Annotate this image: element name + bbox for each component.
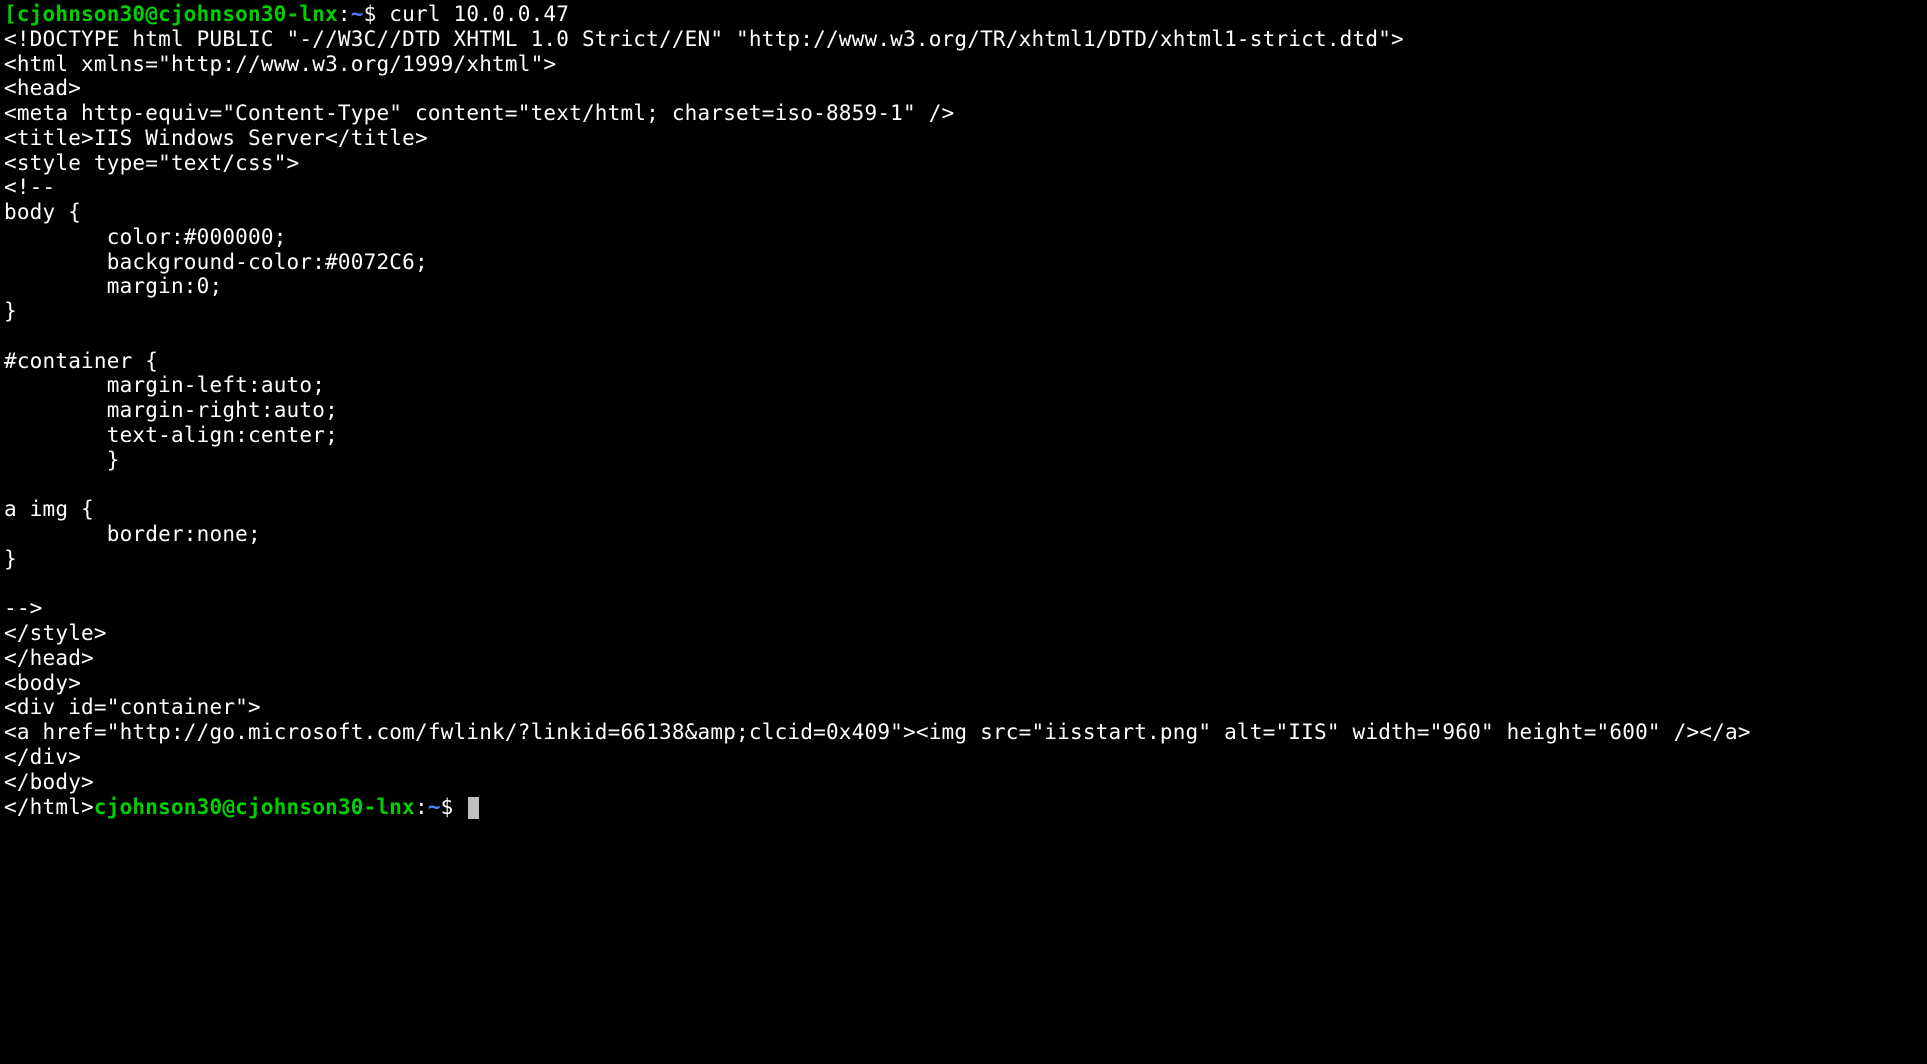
prompt-dollar: $ — [441, 795, 467, 819]
output-line: </body> — [4, 770, 94, 794]
prompt-userhost: cjohnson30@cjohnson30-lnx — [17, 2, 338, 26]
output-line: } — [4, 547, 17, 571]
cursor-icon — [468, 797, 479, 819]
output-line: <div id="container"> — [4, 695, 261, 719]
output-line: a img { — [4, 497, 94, 521]
output-line: --> — [4, 596, 43, 620]
output-line: <!-- — [4, 175, 55, 199]
output-line: <a href="http://go.microsoft.com/fwlink/… — [4, 720, 1751, 744]
output-line: #container { — [4, 349, 158, 373]
output-line: <style type="text/css"> — [4, 151, 299, 175]
output-line: <body> — [4, 671, 81, 695]
output-line: margin:0; — [4, 274, 222, 298]
output-line: border:none; — [4, 522, 261, 546]
output-line: body { — [4, 200, 81, 224]
output-line: </head> — [4, 646, 94, 670]
output-line: <!DOCTYPE html PUBLIC "-//W3C//DTD XHTML… — [4, 27, 1404, 51]
prompt-dollar: $ — [364, 2, 390, 26]
output-line: </style> — [4, 621, 107, 645]
prompt-sep: : — [338, 2, 351, 26]
output-line: <meta http-equiv="Content-Type" content=… — [4, 101, 954, 125]
output-line: } — [4, 299, 17, 323]
terminal[interactable]: [cjohnson30@cjohnson30-lnx:~$ curl 10.0.… — [0, 0, 1927, 823]
prompt-path: ~ — [428, 795, 441, 819]
output-line: background-color:#0072C6; — [4, 250, 428, 274]
prompt-userhost: cjohnson30@cjohnson30-lnx — [94, 795, 415, 819]
output-line: <head> — [4, 76, 81, 100]
output-line: text-align:center; — [4, 423, 338, 447]
output-line: <title>IIS Windows Server</title> — [4, 126, 428, 150]
output-line: margin-left:auto; — [4, 373, 325, 397]
prompt-open-bracket: [ — [4, 2, 17, 26]
command-text: curl 10.0.0.47 — [389, 2, 569, 26]
output-line: </div> — [4, 745, 81, 769]
output-line: color:#000000; — [4, 225, 287, 249]
prompt-sep: : — [415, 795, 428, 819]
prompt-path: ~ — [351, 2, 364, 26]
output-line: <html xmlns="http://www.w3.org/1999/xhtm… — [4, 52, 556, 76]
output-line: } — [4, 448, 120, 472]
output-line: margin-right:auto; — [4, 398, 338, 422]
output-line: </html> — [4, 795, 94, 819]
